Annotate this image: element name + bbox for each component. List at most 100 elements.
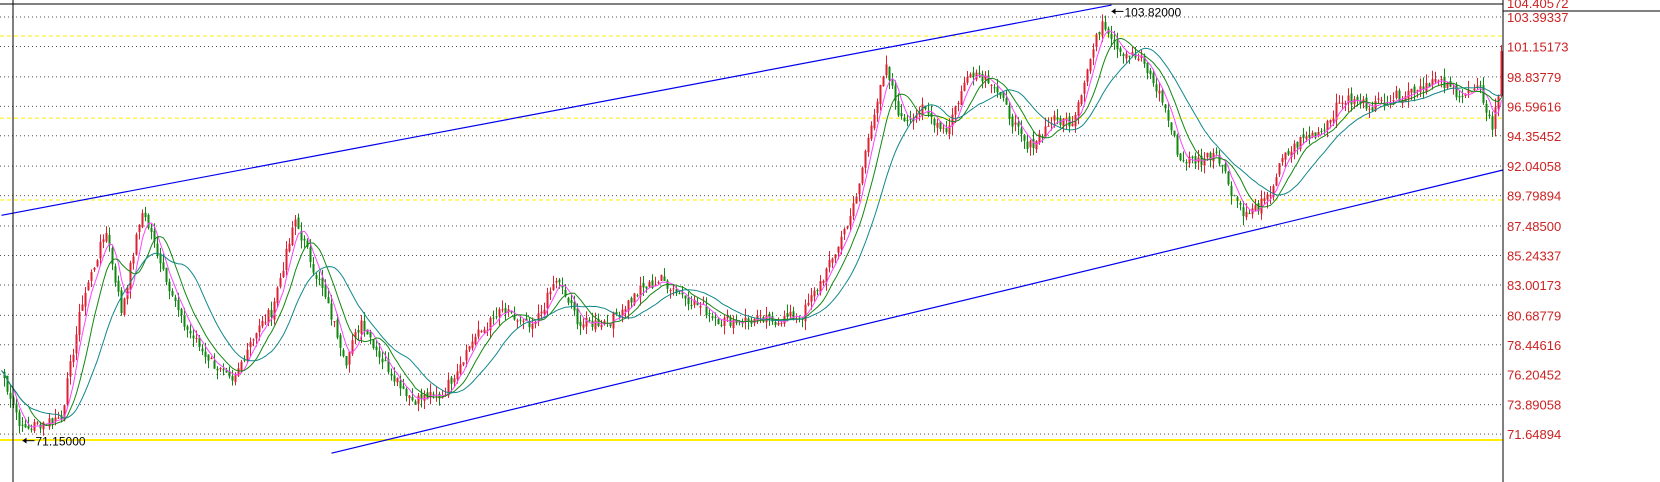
candle-body <box>780 323 783 325</box>
candle-body <box>648 281 651 287</box>
candle-body <box>1488 114 1491 117</box>
candle-body <box>672 288 675 290</box>
candle-body <box>195 338 198 340</box>
candle-body <box>765 315 768 323</box>
candle-body <box>189 330 192 334</box>
candle-body <box>1500 51 1503 97</box>
candle-body <box>87 282 90 291</box>
candle-body <box>162 262 165 270</box>
candle-body <box>123 298 126 315</box>
candle-body <box>1350 93 1353 105</box>
candle-body <box>1281 157 1284 163</box>
candle-body <box>963 82 966 91</box>
candle-body <box>981 73 984 82</box>
candle-body <box>348 351 351 365</box>
candle-body <box>1221 164 1224 167</box>
candle-body <box>1170 122 1173 131</box>
candle-body <box>291 227 294 246</box>
candle-body <box>1095 34 1098 48</box>
candle-body <box>1014 122 1017 125</box>
candle-body <box>420 393 423 399</box>
candle-body <box>807 302 810 305</box>
low-price-label: 71.15000 <box>36 435 86 449</box>
candle-body <box>1053 115 1056 121</box>
candle-body <box>1443 76 1446 89</box>
candle-body <box>372 339 375 349</box>
candle-body <box>330 303 333 320</box>
candle-body <box>402 386 405 389</box>
candle-body <box>276 287 279 303</box>
candle-body <box>1167 110 1170 121</box>
candle-body <box>576 308 579 325</box>
candle-body <box>375 346 378 351</box>
candle-body <box>318 278 321 281</box>
candle-body <box>945 128 948 133</box>
candle-body <box>345 356 348 366</box>
candle-body <box>1305 136 1308 139</box>
candle-body <box>567 297 570 303</box>
candle-body <box>588 319 591 322</box>
candle-body <box>1461 95 1464 97</box>
candle-body <box>1002 92 1005 98</box>
candle-body <box>690 304 693 306</box>
candle-body <box>213 360 216 369</box>
candle-body <box>540 311 543 314</box>
candle-body <box>114 266 117 283</box>
candle-body <box>423 394 426 401</box>
candle-body <box>897 100 900 116</box>
y-tick-label: 101.15173 <box>1507 39 1568 54</box>
price-chart[interactable]: 103.8200071.15000 104.40572103.39337101.… <box>0 0 1660 482</box>
candle-body <box>1035 141 1038 150</box>
candle-body <box>222 369 225 371</box>
candle-body <box>414 401 417 405</box>
candle-body <box>810 295 813 302</box>
candle-body <box>315 275 318 279</box>
candle-body <box>786 313 789 317</box>
candle-body <box>993 87 996 89</box>
candle-body <box>711 316 714 318</box>
candle-body <box>1494 107 1497 129</box>
candle-body <box>111 248 114 265</box>
candle-body <box>120 290 123 314</box>
candle-body <box>165 267 168 283</box>
candle-body <box>816 290 819 292</box>
candle-body <box>498 309 501 317</box>
candle-body <box>336 319 339 338</box>
candle-body <box>360 320 363 334</box>
candle-body <box>69 361 72 377</box>
candle-body <box>570 300 573 304</box>
trend-lines <box>1 4 1504 454</box>
candle-body <box>1029 141 1032 148</box>
candle-body <box>201 348 204 352</box>
candle-body <box>453 378 456 383</box>
candle-body <box>261 320 264 327</box>
candle-body <box>1011 116 1014 127</box>
y-tick-label: 80.68779 <box>1507 308 1561 323</box>
candle-body <box>840 236 843 249</box>
arrow-head-icon <box>1111 8 1116 15</box>
y-tick-label: 73.89058 <box>1507 398 1561 413</box>
candle-body <box>393 375 396 382</box>
lower-channel-line[interactable] <box>331 169 1504 454</box>
candle-body <box>789 311 792 317</box>
upper-channel-line[interactable] <box>1 4 1112 216</box>
candle-body <box>1104 21 1107 30</box>
candle-body <box>942 127 945 129</box>
candle-body <box>1392 100 1395 102</box>
candle-body <box>1263 198 1266 201</box>
candle-body <box>768 313 771 317</box>
candle-body <box>1149 70 1152 75</box>
candle-body <box>1224 164 1227 172</box>
candle-body <box>156 243 159 256</box>
candle-body <box>687 297 690 305</box>
candle-body <box>186 326 189 330</box>
candle-body <box>117 280 120 292</box>
candle-body <box>579 321 582 326</box>
candle-body <box>936 122 939 128</box>
candle-body <box>720 324 723 326</box>
candle-body <box>480 331 483 333</box>
candle-body <box>150 227 153 232</box>
candle-body <box>990 84 993 86</box>
candle-body <box>327 296 330 304</box>
candle-body <box>1215 151 1218 153</box>
